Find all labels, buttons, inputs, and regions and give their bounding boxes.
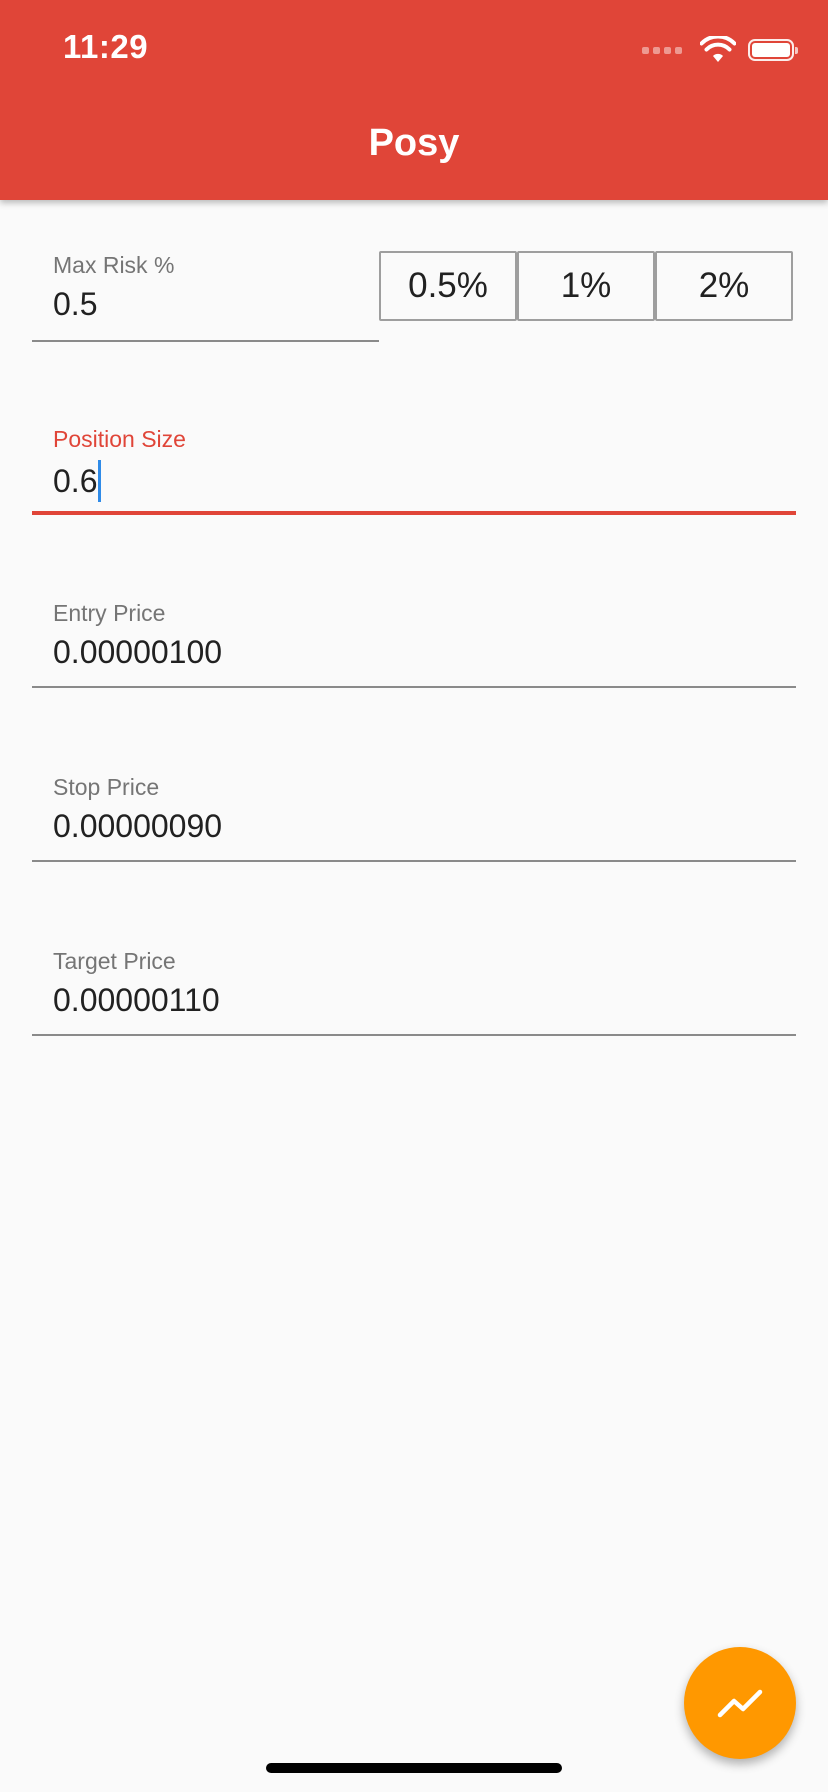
target-price-underline [32,1034,796,1036]
text-caret [98,460,102,502]
risk-preset-0-5-button[interactable]: 0.5% [379,251,517,321]
cellular-signal-icon [642,46,682,54]
position-size-label: Position Size [53,426,186,452]
status-icons [642,34,798,66]
position-size-input[interactable]: 0.6 [53,460,102,502]
trending-up-icon [717,1689,763,1718]
battery-icon [748,39,798,61]
home-indicator[interactable] [266,1763,562,1773]
position-size-value: 0.6 [53,462,98,499]
max-risk-input[interactable]: 0.5 [53,286,97,323]
max-risk-underline [32,340,379,342]
risk-preset-buttons: 0.5% 1% 2% [379,251,793,321]
app-bar: 11:29 Posy [0,0,828,200]
calculate-fab-button[interactable] [684,1647,796,1759]
app-screen: 11:29 Posy Max Risk % 0.5 0.5% 1% 2% Pos… [0,0,828,1792]
status-time: 11:29 [63,28,149,65]
wifi-icon [700,36,736,62]
stop-price-underline [32,860,796,862]
entry-price-input[interactable]: 0.00000100 [53,634,222,671]
target-price-input[interactable]: 0.00000110 [53,982,220,1019]
risk-preset-1-button[interactable]: 1% [517,251,655,321]
risk-preset-2-button[interactable]: 2% [655,251,793,321]
page-title: Posy [368,122,460,164]
stop-price-label: Stop Price [53,774,160,800]
max-risk-label: Max Risk % [53,252,175,278]
position-size-underline [32,511,796,515]
entry-price-underline [32,686,796,688]
target-price-label: Target Price [53,948,176,974]
entry-price-label: Entry Price [53,600,166,626]
stop-price-input[interactable]: 0.00000090 [53,808,222,845]
